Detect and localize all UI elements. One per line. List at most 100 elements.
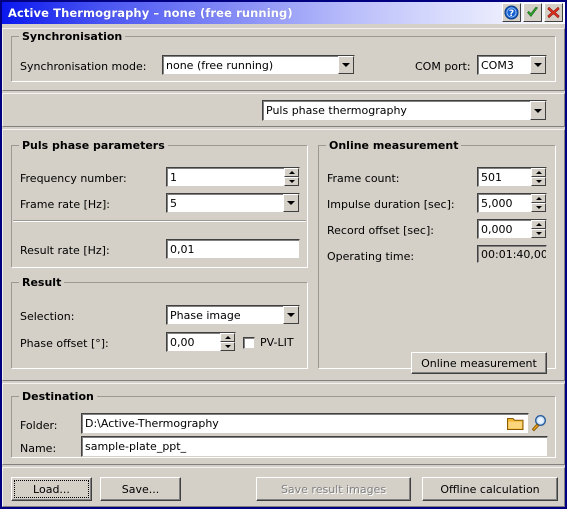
chevron-down-icon: [287, 201, 295, 205]
frequency-number-spin-buttons[interactable]: [284, 168, 299, 186]
pv-lit-checkbox-box[interactable]: [243, 336, 255, 349]
frequency-number-value: 1: [170, 170, 177, 184]
ok-button[interactable]: [523, 3, 542, 22]
chevron-down-icon: [534, 108, 542, 113]
method-panel: Puls phase thermography: [2, 93, 565, 127]
com-port-label: COM port:: [415, 60, 471, 73]
magnifier-icon: [531, 414, 547, 432]
save-result-images-button[interactable]: Save result images: [256, 477, 411, 501]
synchronisation-panel: Synchronisation Synchronisation mode: no…: [2, 28, 565, 91]
arrow-down-icon: [535, 180, 542, 183]
impulse-duration-value: 5,000: [481, 196, 513, 210]
frame-rate-value: 5: [170, 196, 177, 210]
name-label: Name:: [20, 442, 57, 455]
footer-panel: Load... Save... Save result images Offli…: [2, 467, 565, 507]
chevron-down-icon: [287, 313, 295, 317]
com-port-dropdown-button[interactable]: [530, 56, 546, 74]
phase-offset-label: Phase offset [°]:: [20, 337, 109, 350]
frame-count-spinner[interactable]: 501: [477, 167, 547, 187]
destination-legend: Destination: [19, 390, 97, 403]
spin-up-button[interactable]: [531, 194, 546, 203]
arrow-down-icon: [224, 345, 231, 348]
window-title: Active Thermography – none (free running…: [8, 6, 293, 20]
folder-label: Folder:: [20, 419, 58, 432]
frame-count-value: 501: [481, 170, 502, 184]
spin-up-button[interactable]: [531, 220, 546, 229]
impulse-duration-spinner[interactable]: 5,000: [477, 193, 547, 213]
impulse-duration-spin-buttons[interactable]: [531, 194, 546, 212]
spin-down-button[interactable]: [531, 203, 546, 212]
result-rate-field: 0,01: [166, 239, 300, 259]
selection-value: Phase image: [170, 308, 241, 322]
record-offset-value: 0,000: [481, 222, 513, 236]
spin-down-button[interactable]: [531, 229, 546, 238]
destination-panel: Destination Folder: D:\Active-Thermograp…: [2, 383, 565, 465]
record-offset-spin-buttons[interactable]: [531, 220, 546, 238]
question-circle-icon: ?: [504, 5, 519, 20]
method-value: Puls phase thermography: [266, 104, 407, 117]
spin-up-button[interactable]: [220, 333, 235, 342]
phase-offset-spinner[interactable]: 0,00: [166, 332, 236, 352]
selection-combo[interactable]: Phase image: [166, 305, 300, 325]
browse-folder-button[interactable]: [506, 415, 525, 432]
help-button[interactable]: ?: [502, 3, 521, 22]
save-button[interactable]: Save...: [100, 477, 181, 501]
load-button[interactable]: Load...: [11, 477, 92, 501]
com-port-value: COM3: [481, 58, 514, 72]
phase-offset-value: 0,00: [170, 335, 195, 349]
spin-down-button[interactable]: [220, 342, 235, 351]
method-combo[interactable]: Puls phase thermography: [262, 100, 547, 121]
chevron-down-icon: [534, 63, 542, 67]
com-port-combo[interactable]: COM3: [477, 55, 547, 75]
offline-calculation-button-label: Offline calculation: [440, 482, 540, 496]
save-button-label: Save...: [121, 482, 160, 496]
sync-mode-dropdown-button[interactable]: [338, 56, 354, 74]
folder-input[interactable]: D:\Active-Thermography: [81, 413, 529, 434]
frame-rate-combo[interactable]: 5: [166, 193, 300, 213]
phase-offset-spin-buttons[interactable]: [220, 333, 235, 351]
offline-calculation-button[interactable]: Offline calculation: [422, 477, 558, 501]
puls-phase-divider-highlight: [13, 221, 306, 222]
check-icon: [527, 6, 538, 17]
synchronisation-legend: Synchronisation: [19, 30, 126, 43]
name-value: sample-plate_ppt_: [85, 440, 187, 453]
method-dropdown-button[interactable]: [530, 101, 546, 120]
spin-down-button[interactable]: [284, 177, 299, 186]
spin-up-button[interactable]: [531, 168, 546, 177]
operating-time-label: Operating time:: [327, 250, 415, 263]
arrow-up-icon: [224, 336, 231, 339]
sync-mode-combo[interactable]: none (free running): [162, 55, 355, 75]
operating-time-field: 00:01:40,00: [477, 245, 547, 263]
arrow-up-icon: [288, 171, 295, 174]
selection-label: Selection:: [20, 310, 75, 323]
pv-lit-label: PV-LIT: [260, 336, 294, 349]
folder-icon: [507, 418, 524, 430]
result-groupbox: Result: [11, 276, 308, 369]
result-legend: Result: [19, 276, 65, 289]
frame-rate-dropdown-button[interactable]: [283, 194, 299, 212]
selection-dropdown-button[interactable]: [283, 306, 299, 324]
close-button[interactable]: [544, 3, 563, 22]
online-measurement-legend: Online measurement: [326, 139, 462, 152]
svg-text:?: ?: [509, 9, 514, 19]
frame-count-spin-buttons[interactable]: [531, 168, 546, 186]
folder-value: D:\Active-Thermography: [85, 417, 219, 430]
pv-lit-checkbox[interactable]: PV-LIT: [243, 336, 294, 349]
active-thermography-window: Active Thermography – none (free running…: [0, 0, 567, 509]
result-rate-value: 0,01: [170, 242, 195, 256]
frequency-number-spinner[interactable]: 1: [166, 167, 300, 187]
record-offset-spinner[interactable]: 0,000: [477, 219, 547, 239]
arrow-up-icon: [535, 197, 542, 200]
record-offset-label: Record offset [sec]:: [327, 224, 434, 237]
spin-up-button[interactable]: [284, 168, 299, 177]
frame-rate-label: Frame rate [Hz]:: [20, 198, 110, 211]
online-measurement-button[interactable]: Online measurement: [411, 352, 547, 374]
arrow-up-icon: [535, 171, 542, 174]
impulse-duration-label: Impulse duration [sec]:: [327, 198, 455, 211]
search-folder-button[interactable]: [530, 414, 548, 433]
spin-down-button[interactable]: [531, 177, 546, 186]
frame-count-label: Frame count:: [327, 172, 400, 185]
name-input[interactable]: sample-plate_ppt_: [81, 436, 548, 457]
chevron-down-icon: [342, 63, 350, 67]
result-rate-label: Result rate [Hz]:: [20, 244, 110, 257]
